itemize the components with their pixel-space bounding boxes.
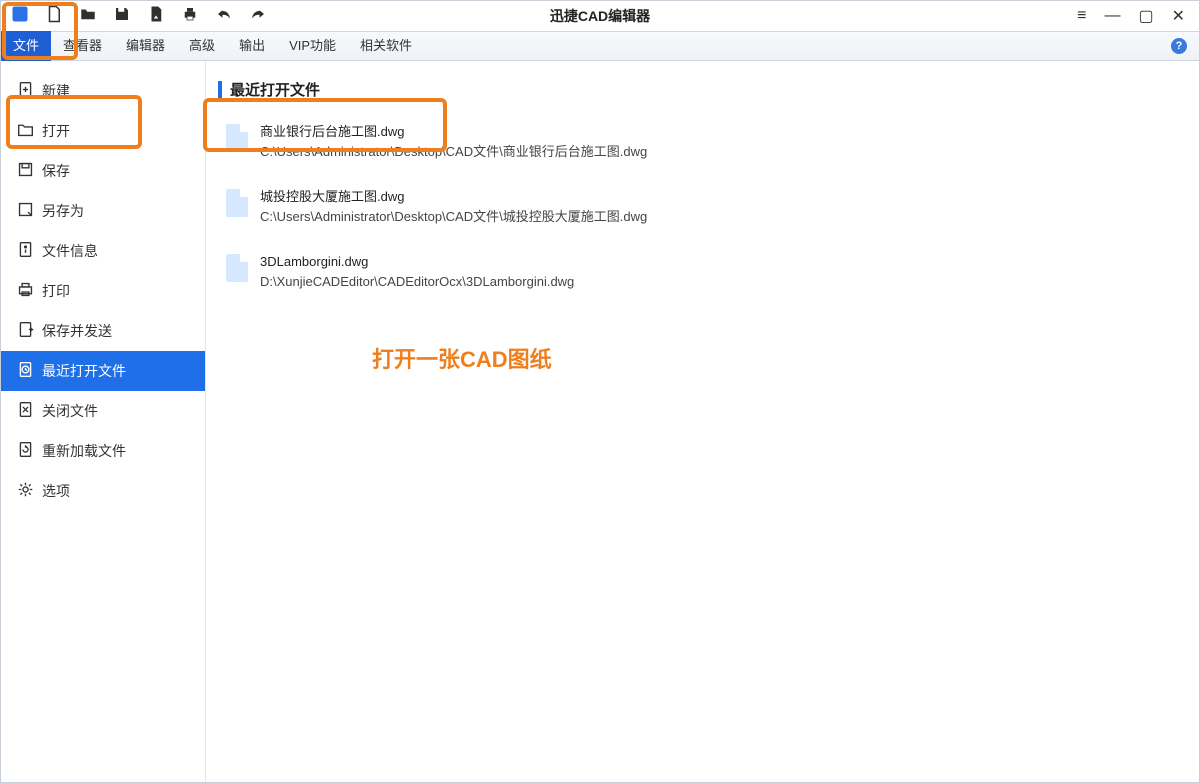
content: 最近打开文件 商业银行后台施工图.dwgC:\Users\Administrat… — [206, 61, 1199, 782]
help-icon[interactable]: ? — [1171, 38, 1187, 54]
sidebar-item-label: 重新加载文件 — [42, 441, 126, 461]
folder-icon[interactable] — [79, 5, 97, 28]
section-title-text: 最近打开文件 — [230, 79, 320, 100]
recent-icon — [17, 361, 34, 381]
section-title: 最近打开文件 — [218, 79, 1187, 100]
close-button[interactable]: ✕ — [1172, 6, 1185, 26]
section-title-bar — [218, 81, 222, 99]
save-icon — [17, 161, 34, 181]
annotation-hint: 打开一张CAD图纸 — [372, 342, 552, 374]
recent-file-list: 商业银行后台施工图.dwgC:\Users\Administrator\Desk… — [218, 118, 1187, 295]
maximize-button[interactable]: ▢ — [1138, 6, 1153, 26]
menu-item-4[interactable]: 输出 — [227, 31, 277, 61]
sidebar-item-label: 打印 — [42, 281, 70, 301]
sidebar-item-label: 打开 — [42, 121, 70, 141]
reload-icon — [17, 441, 34, 461]
app-title: 迅捷CAD编辑器 — [550, 6, 650, 26]
window-controls: ≡ — ▢ ✕ — [1077, 6, 1199, 26]
file-name: 3DLamborgini.dwg — [260, 252, 574, 272]
app-logo-icon — [11, 5, 29, 28]
file-icon — [226, 254, 248, 282]
menu-item-0[interactable]: 文件 — [1, 31, 51, 61]
menu-item-2[interactable]: 编辑器 — [114, 31, 177, 61]
sidebar-item-label: 另存为 — [42, 201, 84, 221]
sidebar-item-label: 选项 — [42, 481, 70, 501]
body: 新建打开保存另存为文件信息打印保存并发送最近打开文件关闭文件重新加载文件选项 最… — [1, 61, 1199, 782]
file-path: C:\Users\Administrator\Desktop\CAD文件\商业银… — [260, 142, 647, 162]
close-icon — [17, 401, 34, 421]
sidebar-item-recent[interactable]: 最近打开文件 — [1, 351, 205, 391]
quick-toolbar — [1, 5, 267, 28]
print-icon[interactable] — [181, 5, 199, 28]
app-window: 迅捷CAD编辑器 ≡ — ▢ ✕ 文件查看器编辑器高级输出VIP功能相关软件 ?… — [0, 0, 1200, 783]
menu-item-3[interactable]: 高级 — [177, 31, 227, 61]
info-icon — [17, 241, 34, 261]
minimize-button[interactable]: — — [1104, 7, 1120, 25]
save-icon[interactable] — [113, 5, 131, 28]
file-icon — [226, 124, 248, 152]
file-icon — [226, 189, 248, 217]
sidebar-item-new[interactable]: 新建 — [1, 71, 205, 111]
menu-item-6[interactable]: 相关软件 — [348, 31, 424, 61]
recent-file-item[interactable]: 城投控股大厦施工图.dwgC:\Users\Administrator\Desk… — [218, 183, 1187, 230]
sidebar-item-label: 新建 — [42, 81, 70, 101]
file-name: 城投控股大厦施工图.dwg — [260, 187, 647, 207]
menu-icon[interactable]: ≡ — [1077, 7, 1086, 25]
file-path: C:\Users\Administrator\Desktop\CAD文件\城投控… — [260, 207, 647, 227]
menu-item-1[interactable]: 查看器 — [51, 31, 114, 61]
sidebar-item-saveas[interactable]: 另存为 — [1, 191, 205, 231]
sidebar-item-info[interactable]: 文件信息 — [1, 231, 205, 271]
sidebar-item-label: 关闭文件 — [42, 401, 98, 421]
redo-icon[interactable] — [249, 5, 267, 28]
open-icon — [17, 121, 34, 141]
sidebar-item-close[interactable]: 关闭文件 — [1, 391, 205, 431]
new-icon[interactable] — [45, 5, 63, 28]
sidebar-item-print[interactable]: 打印 — [1, 271, 205, 311]
recent-file-item[interactable]: 商业银行后台施工图.dwgC:\Users\Administrator\Desk… — [218, 118, 1187, 165]
sidebar-item-label: 保存并发送 — [42, 321, 112, 341]
sidebar-item-reload[interactable]: 重新加载文件 — [1, 431, 205, 471]
sidebar-item-save[interactable]: 保存 — [1, 151, 205, 191]
send-icon — [17, 321, 34, 341]
recent-file-item[interactable]: 3DLamborgini.dwgD:\XunjieCADEditor\CADEd… — [218, 248, 1187, 295]
sidebar-item-label: 保存 — [42, 161, 70, 181]
saveas-icon — [17, 201, 34, 221]
undo-icon[interactable] — [215, 5, 233, 28]
options-icon — [17, 481, 34, 501]
sidebar-item-open[interactable]: 打开 — [1, 111, 205, 151]
new-icon — [17, 81, 34, 101]
sidebar-item-label: 最近打开文件 — [42, 361, 126, 381]
sidebar-item-label: 文件信息 — [42, 241, 98, 261]
titlebar: 迅捷CAD编辑器 ≡ — ▢ ✕ — [1, 1, 1199, 31]
sidebar: 新建打开保存另存为文件信息打印保存并发送最近打开文件关闭文件重新加载文件选项 — [1, 61, 206, 782]
menu-item-5[interactable]: VIP功能 — [277, 31, 348, 61]
file-path: D:\XunjieCADEditor\CADEditorOcx\3DLambor… — [260, 272, 574, 292]
print-icon — [17, 281, 34, 301]
sidebar-item-options[interactable]: 选项 — [1, 471, 205, 511]
file-name: 商业银行后台施工图.dwg — [260, 122, 647, 142]
export-pdf-icon[interactable] — [147, 5, 165, 28]
menubar: 文件查看器编辑器高级输出VIP功能相关软件 ? — [1, 31, 1199, 61]
sidebar-item-send[interactable]: 保存并发送 — [1, 311, 205, 351]
